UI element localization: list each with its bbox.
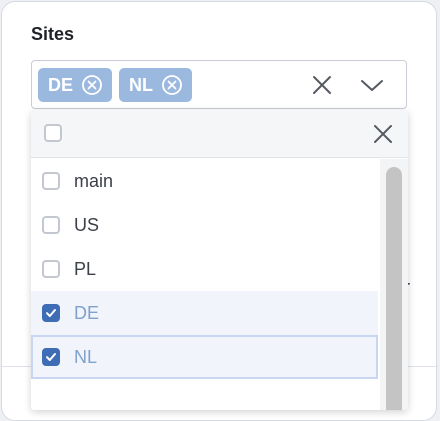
circle-x-icon[interactable]	[81, 74, 103, 96]
option-checkbox[interactable]	[42, 172, 60, 190]
option-us[interactable]: US	[31, 203, 378, 247]
select-all-checkbox[interactable]	[44, 124, 62, 142]
close-icon[interactable]	[372, 123, 394, 145]
chip-nl: NL	[119, 68, 193, 102]
option-de[interactable]: DE	[31, 291, 378, 335]
options-dropdown: main US PL DE NL	[31, 110, 408, 410]
chip-label: DE	[48, 74, 74, 95]
option-pl[interactable]: PL	[31, 247, 378, 291]
option-label: PL	[74, 258, 97, 279]
chevron-down-icon[interactable]	[360, 75, 384, 95]
option-checkbox[interactable]	[42, 216, 60, 234]
option-main[interactable]: main	[31, 159, 378, 203]
multiselect-control[interactable]: DE NL	[31, 60, 407, 109]
option-list: main US PL DE NL	[31, 159, 378, 379]
option-checkbox[interactable]	[42, 260, 60, 278]
dropdown-scrollbar[interactable]	[380, 159, 408, 410]
dropdown-header	[31, 110, 408, 158]
option-checkbox[interactable]	[42, 348, 60, 366]
chip-de: DE	[38, 68, 113, 102]
selected-chips: DE NL	[38, 68, 193, 102]
scrollbar-thumb[interactable]	[386, 167, 402, 410]
checkmark-icon	[46, 309, 56, 317]
option-nl[interactable]: NL	[31, 335, 378, 379]
option-label: NL	[74, 346, 98, 367]
checkmark-icon	[46, 353, 56, 361]
option-label: main	[74, 170, 114, 191]
option-checkbox[interactable]	[42, 304, 60, 322]
option-label: DE	[74, 302, 100, 323]
option-label: US	[74, 214, 100, 235]
field-label: Sites	[31, 24, 75, 44]
chip-label: NL	[129, 74, 154, 95]
clear-all-icon[interactable]	[311, 74, 333, 96]
circle-x-icon[interactable]	[161, 74, 183, 96]
